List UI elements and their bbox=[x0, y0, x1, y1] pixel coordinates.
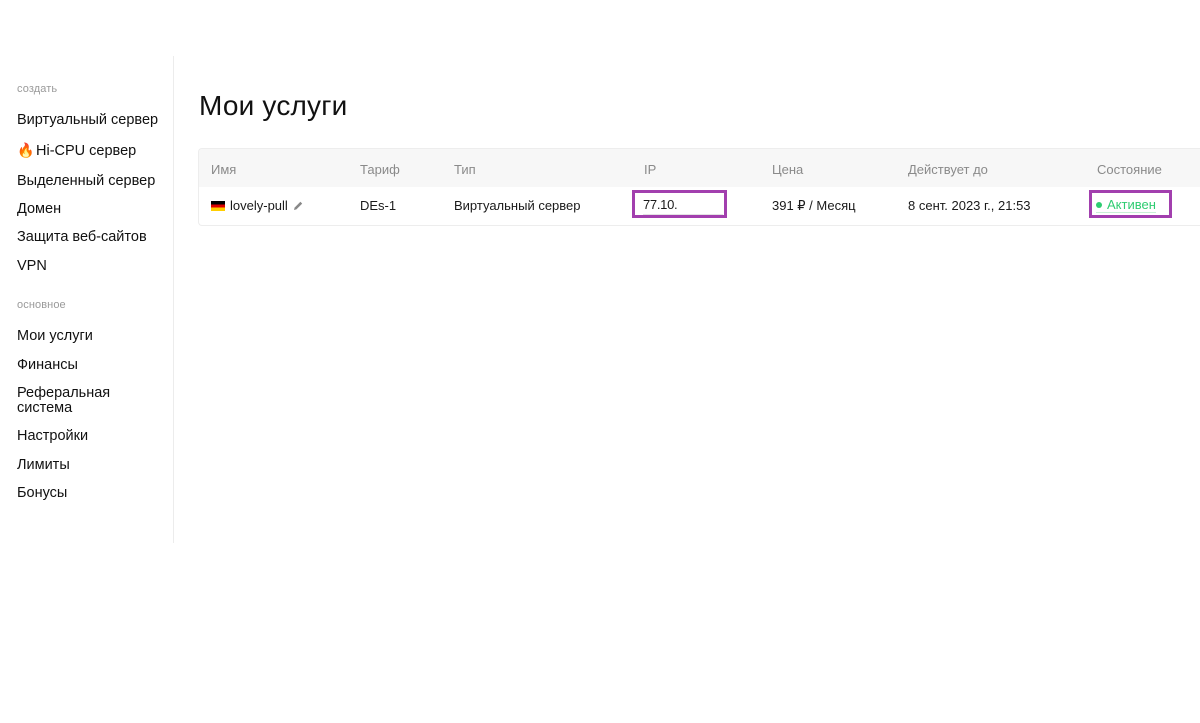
column-header-valid-until: Действует до bbox=[908, 162, 988, 177]
type-cell: Виртуальный сервер bbox=[454, 198, 581, 213]
sidebar-item-website-protection[interactable]: Защита веб-сайтов bbox=[17, 230, 167, 245]
sidebar-item-bonuses[interactable]: Бонусы bbox=[17, 486, 167, 501]
sidebar-item-label: Виртуальный сервер bbox=[17, 112, 159, 128]
germany-flag-icon bbox=[211, 201, 225, 211]
column-header-ip: IP bbox=[644, 162, 657, 177]
sidebar-item-label: Бонусы bbox=[17, 485, 68, 501]
sidebar-item-referral[interactable]: Реферальная система bbox=[17, 386, 127, 416]
sidebar-item-vpn[interactable]: VPN bbox=[17, 259, 167, 274]
price-cell: 391 ₽ / Месяц bbox=[772, 198, 856, 213]
table-row[interactable]: lovely-pull DEs-1 Виртуальный сервер 77.… bbox=[199, 187, 1200, 225]
status-dot-icon bbox=[1096, 202, 1102, 208]
sidebar-item-finance[interactable]: Финансы bbox=[17, 358, 167, 373]
fire-icon: 🔥 bbox=[17, 142, 35, 158]
sidebar-item-label: Финансы bbox=[17, 357, 78, 373]
column-header-status: Состояние bbox=[1097, 162, 1162, 177]
service-name-cell: lovely-pull bbox=[211, 198, 304, 213]
sidebar-item-label: Hi-CPU сервер bbox=[36, 143, 137, 159]
valid-until-cell: 8 сент. 2023 г., 21:53 bbox=[908, 198, 1031, 213]
column-header-type: Тип bbox=[454, 162, 476, 177]
services-table: Имя Тариф Тип IP Цена Действует до Состо… bbox=[198, 148, 1200, 226]
status-badge: Активен bbox=[1096, 197, 1156, 213]
sidebar-item-label: Защита веб-сайтов bbox=[17, 229, 147, 245]
sidebar-item-dedicated-server[interactable]: Выделенный сервер bbox=[17, 174, 167, 189]
status-label: Активен bbox=[1107, 197, 1156, 212]
sidebar-item-label: Реферальная система bbox=[17, 385, 111, 416]
column-header-name: Имя bbox=[211, 162, 237, 177]
pencil-icon[interactable] bbox=[292, 200, 304, 212]
service-name[interactable]: lovely-pull bbox=[230, 198, 288, 213]
column-header-tariff: Тариф bbox=[360, 162, 400, 177]
sidebar-section-create: создать bbox=[17, 83, 58, 95]
tariff-cell: DEs-1 bbox=[360, 198, 397, 213]
table-header: Имя Тариф Тип IP Цена Действует до Состо… bbox=[199, 149, 1200, 187]
status-highlight-box: Активен bbox=[1089, 190, 1172, 218]
sidebar-item-domain[interactable]: Домен bbox=[17, 202, 167, 217]
sidebar-section-main: основное bbox=[17, 299, 66, 311]
ip-address[interactable]: 77.10. bbox=[643, 197, 723, 215]
sidebar-item-label: Выделенный сервер bbox=[17, 173, 156, 189]
sidebar-item-limits[interactable]: Лимиты bbox=[17, 458, 167, 473]
sidebar-item-hi-cpu-server[interactable]: 🔥 Hi-CPU сервер bbox=[17, 143, 167, 159]
column-header-price: Цена bbox=[772, 162, 804, 177]
sidebar-item-label: Мои услуги bbox=[17, 328, 93, 344]
sidebar-item-label: Домен bbox=[17, 201, 62, 217]
sidebar-item-settings[interactable]: Настройки bbox=[17, 429, 167, 444]
sidebar: создать Виртуальный сервер 🔥 Hi-CPU серве… bbox=[0, 56, 174, 543]
sidebar-item-my-services[interactable]: Мои услуги bbox=[17, 329, 167, 344]
page-title: Мои услуги bbox=[199, 90, 348, 121]
sidebar-item-label: Настройки bbox=[17, 428, 89, 444]
sidebar-item-label: VPN bbox=[17, 258, 47, 274]
sidebar-item-virtual-server[interactable]: Виртуальный сервер bbox=[17, 113, 167, 128]
sidebar-item-label: Лимиты bbox=[17, 457, 70, 473]
ip-highlight-box: 77.10. bbox=[632, 190, 727, 218]
